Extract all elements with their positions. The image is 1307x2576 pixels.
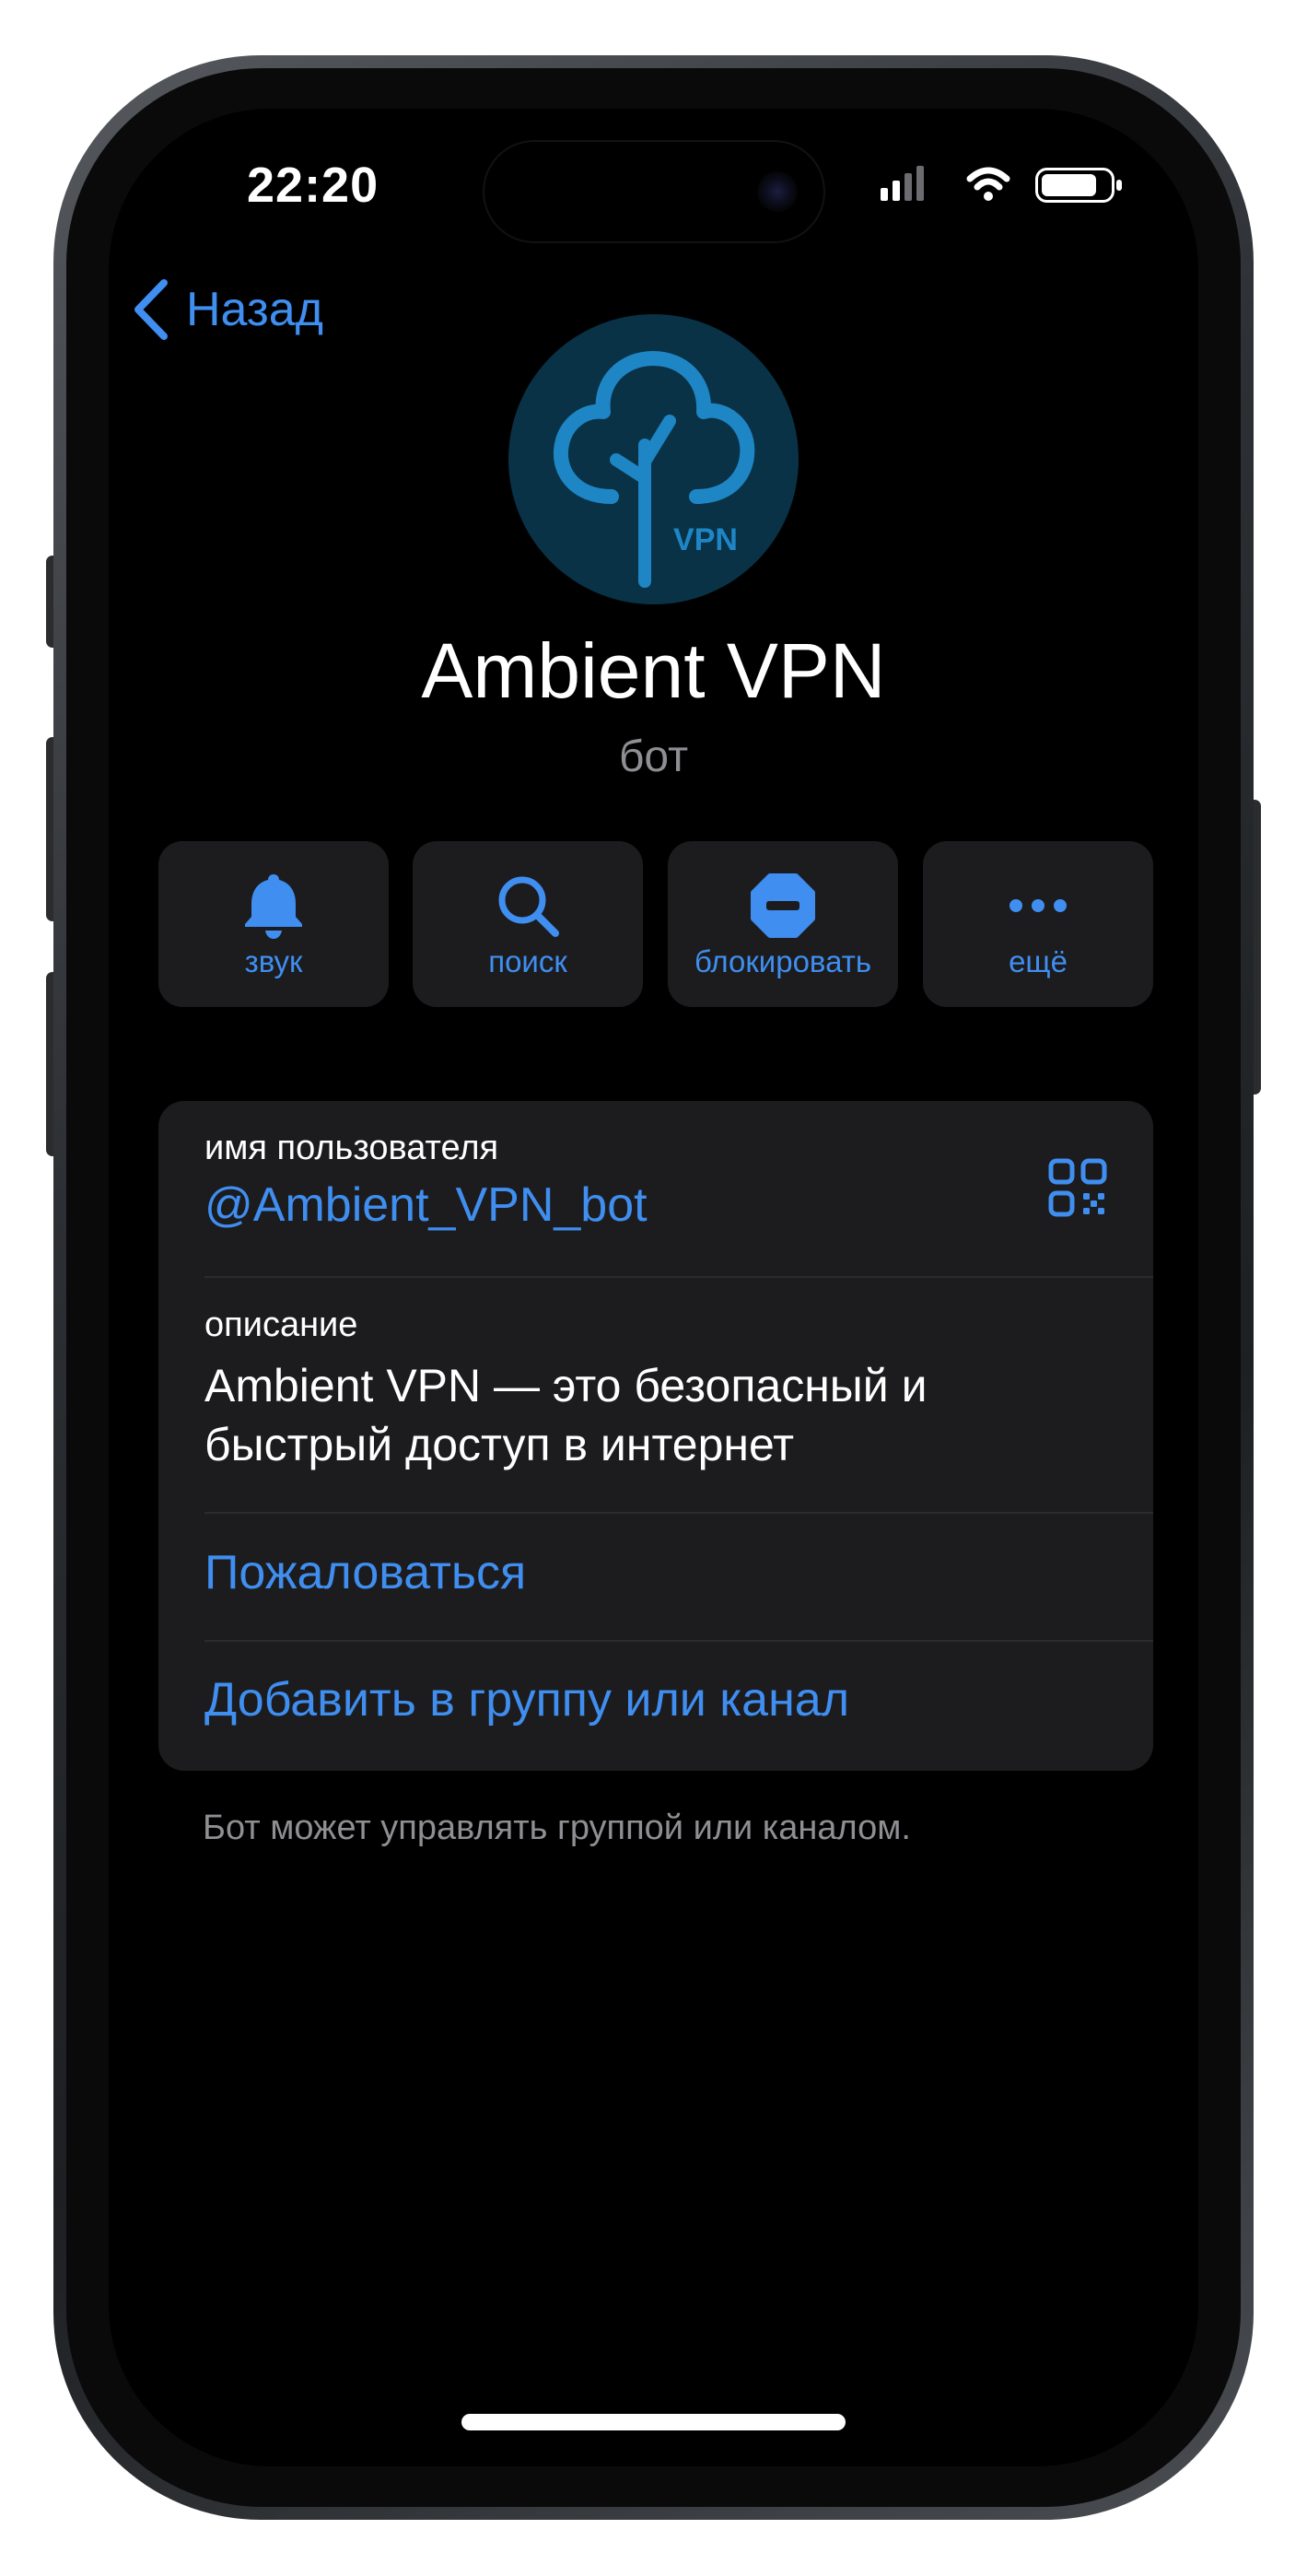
avatar[interactable]: VPN — [508, 314, 799, 604]
avatar-text: VPN — [673, 522, 738, 557]
more-icon — [1009, 899, 1067, 912]
footnote: Бот может управлять группой или каналом. — [203, 1809, 911, 1847]
profile-subtitle: бот — [618, 732, 689, 781]
search-label: поиск — [488, 944, 567, 978]
qr-code-icon[interactable] — [1048, 1158, 1107, 1217]
divider — [204, 1512, 1153, 1514]
description-label: описание — [204, 1306, 358, 1344]
description-row: описание Ambient VPN — это безопасный и … — [204, 1306, 1153, 1474]
username-label: имя пользователя — [204, 1129, 499, 1167]
report-button[interactable]: Пожаловаться — [204, 1545, 1153, 1600]
sound-label: звук — [244, 944, 303, 978]
more-label: ещё — [1009, 944, 1068, 978]
description-line-2: быстрый доступ в интернет — [204, 1419, 795, 1470]
block-button[interactable]: блокировать — [668, 841, 898, 1007]
battery-icon — [1035, 168, 1122, 203]
cellular-signal-icon — [881, 166, 924, 201]
back-button[interactable]: Назад — [131, 273, 323, 346]
search-icon — [498, 876, 559, 937]
status-icons — [881, 166, 1122, 203]
wifi-icon — [966, 167, 1010, 201]
add-to-group-button[interactable]: Добавить в группу или канал — [204, 1672, 1153, 1727]
more-button[interactable]: ещё — [923, 841, 1153, 1007]
bell-icon — [245, 874, 302, 939]
block-icon — [751, 873, 815, 938]
front-camera — [757, 171, 798, 212]
profile-name: Ambient VPN — [421, 627, 886, 714]
phone-screen: 22:20 Назад VPN Ambient VPN бот звук пои… — [109, 109, 1198, 2466]
info-card: имя пользователя @Ambient_VPN_bot описан… — [158, 1101, 1153, 1771]
divider — [204, 1276, 1153, 1278]
tree-logo-icon: VPN — [553, 351, 755, 588]
back-label: Назад — [186, 283, 323, 336]
username-row[interactable]: имя пользователя @Ambient_VPN_bot — [204, 1129, 1153, 1233]
divider — [204, 1640, 1153, 1642]
action-bar: звук поиск блокировать ещё — [158, 841, 1153, 1007]
chevron-left-icon — [134, 279, 168, 340]
home-indicator[interactable] — [461, 2414, 846, 2430]
sound-button[interactable]: звук — [158, 841, 389, 1007]
description-line-1: Ambient VPN — это безопасный и — [204, 1360, 928, 1411]
status-time: 22:20 — [247, 158, 379, 213]
username-link[interactable]: @Ambient_VPN_bot — [204, 1177, 1153, 1233]
search-button[interactable]: поиск — [413, 841, 643, 1007]
block-label: блокировать — [694, 944, 872, 978]
